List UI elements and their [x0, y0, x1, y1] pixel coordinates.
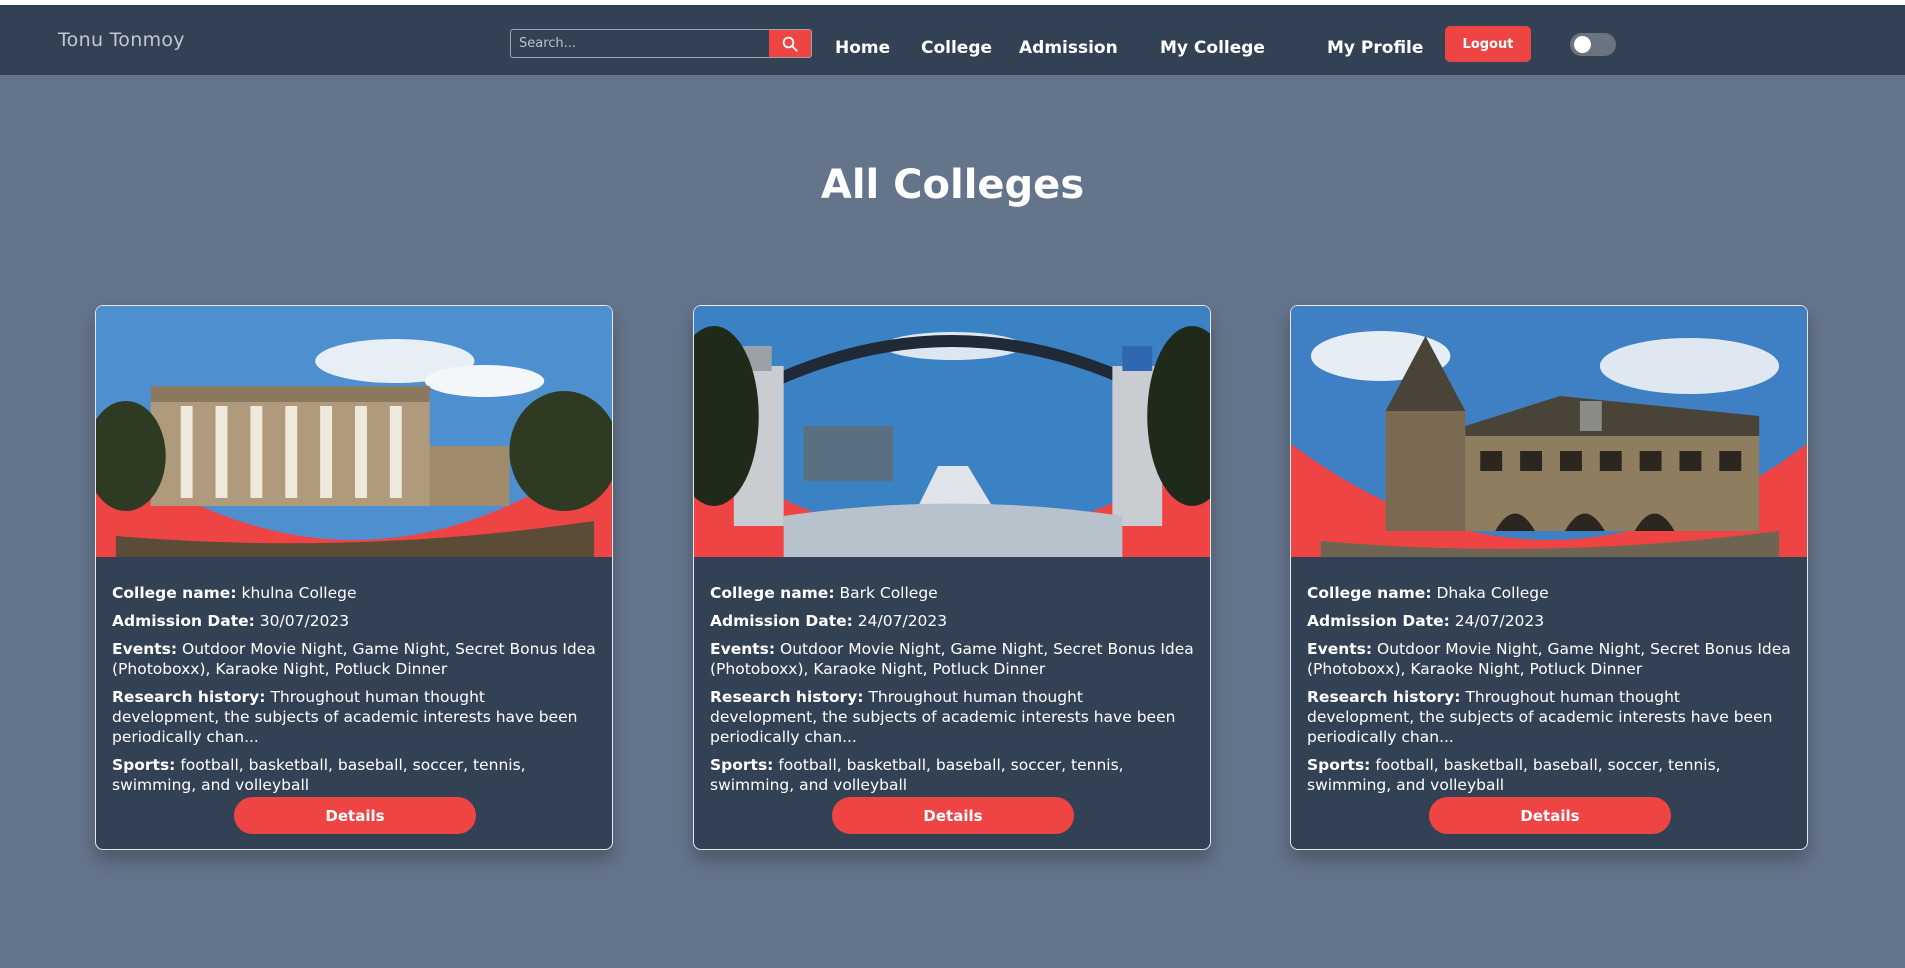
- college-events: Events: Outdoor Movie Night, Game Night,…: [112, 640, 596, 678]
- search-box: [510, 29, 812, 58]
- college-sports: Sports: football, basketball, baseball, …: [710, 756, 1124, 794]
- college-sports: Sports: football, basketball, baseball, …: [1307, 756, 1721, 794]
- details-button[interactable]: Details: [1429, 797, 1671, 834]
- page-title: All Colleges: [820, 162, 1085, 208]
- search-input[interactable]: [511, 30, 769, 57]
- college-card: College name: Dhaka College Admission Da…: [1290, 305, 1808, 850]
- logout-button[interactable]: Logout: [1445, 26, 1531, 62]
- college-image: [96, 306, 612, 557]
- admission-date: Admission Date: 24/07/2023: [1307, 612, 1545, 630]
- toggle-knob: [1574, 36, 1591, 53]
- college-name: College name: khulna College: [112, 584, 357, 602]
- college-image: [1291, 306, 1807, 557]
- navbar: Tonu Tonmoy Home College Admission My Co…: [0, 5, 1905, 75]
- brand-logo[interactable]: Tonu Tonmoy: [58, 29, 185, 51]
- nav-my-profile[interactable]: My Profile: [1327, 38, 1423, 58]
- college-sports: Sports: football, basketball, baseball, …: [112, 756, 526, 794]
- details-button[interactable]: Details: [832, 797, 1074, 834]
- research-history: Research history: Throughout human thoug…: [112, 688, 578, 746]
- college-image: [694, 306, 1210, 557]
- nav-my-college[interactable]: My College: [1160, 38, 1265, 58]
- search-icon: [782, 36, 798, 52]
- details-button[interactable]: Details: [234, 797, 476, 834]
- college-card: College name: Bark College Admission Dat…: [693, 305, 1211, 850]
- admission-date: Admission Date: 30/07/2023: [112, 612, 350, 630]
- college-events: Events: Outdoor Movie Night, Game Night,…: [710, 640, 1194, 678]
- nav-college[interactable]: College: [921, 38, 992, 58]
- nav-home[interactable]: Home: [835, 38, 890, 58]
- research-history: Research history: Throughout human thoug…: [1307, 688, 1773, 746]
- research-history: Research history: Throughout human thoug…: [710, 688, 1176, 746]
- theme-toggle[interactable]: [1570, 33, 1616, 56]
- nav-admission[interactable]: Admission: [1019, 38, 1118, 58]
- college-card: College name: khulna College Admission D…: [95, 305, 613, 850]
- college-name: College name: Bark College: [710, 584, 938, 602]
- search-button[interactable]: [769, 30, 811, 57]
- college-name: College name: Dhaka College: [1307, 584, 1549, 602]
- admission-date: Admission Date: 24/07/2023: [710, 612, 948, 630]
- college-events: Events: Outdoor Movie Night, Game Night,…: [1307, 640, 1791, 678]
